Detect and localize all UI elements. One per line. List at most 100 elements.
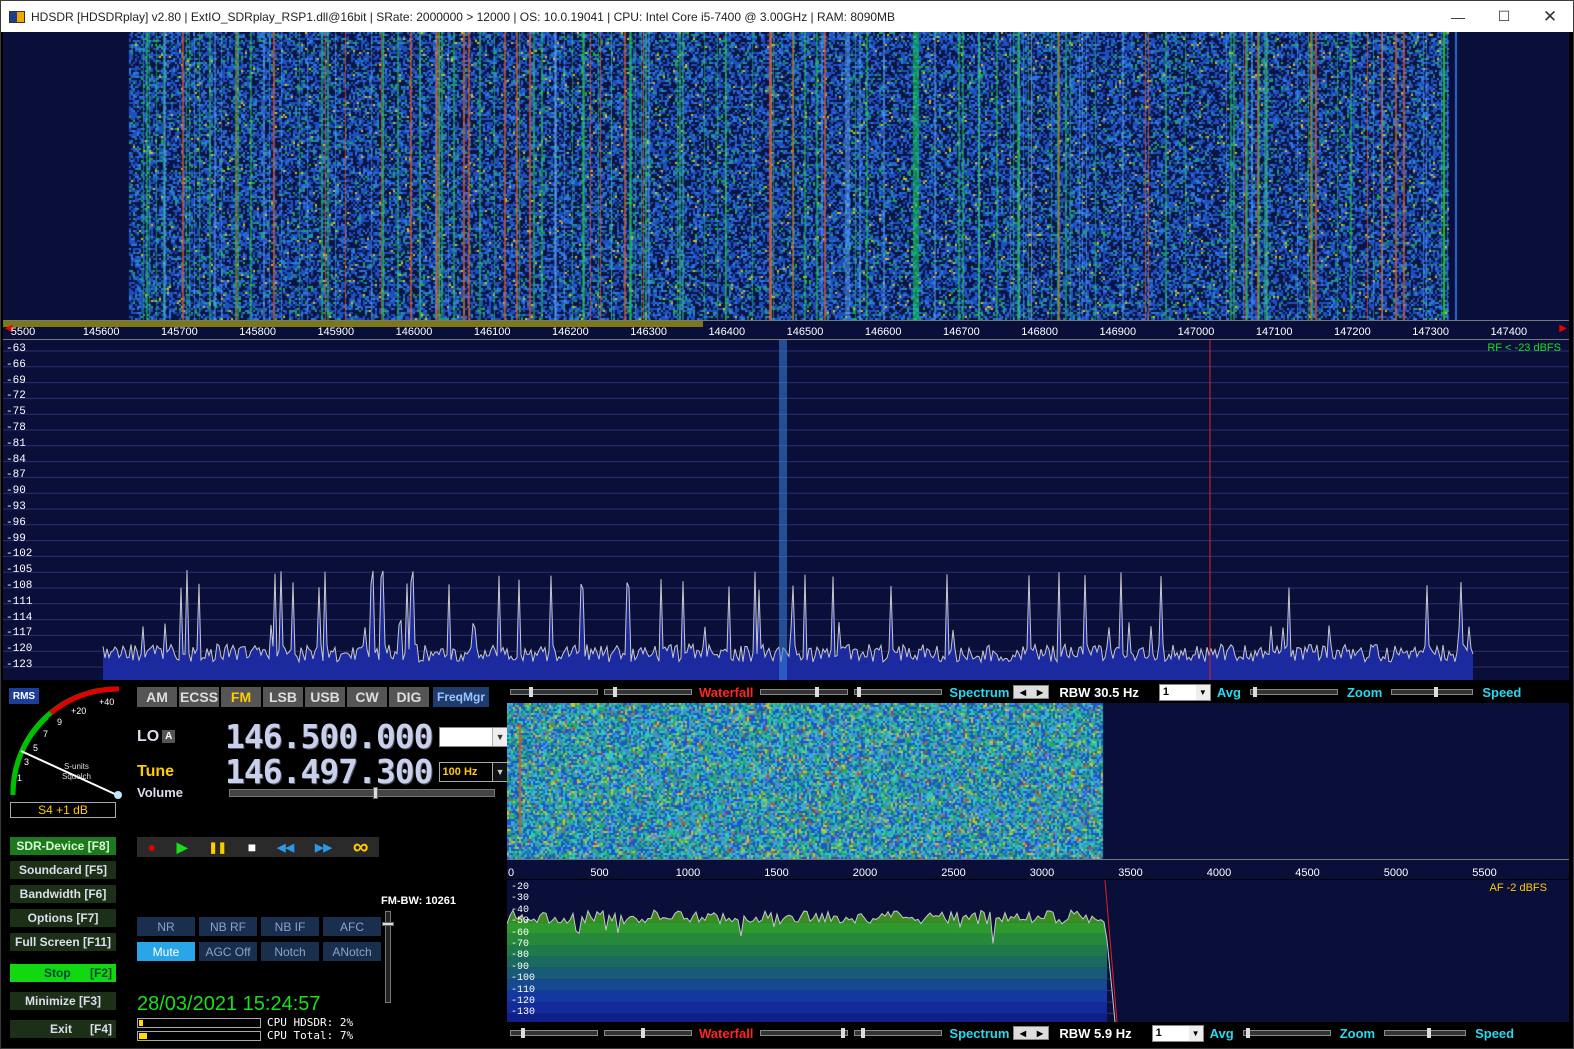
af-level-band bbox=[507, 933, 1107, 945]
af-level-label: AF -2 dBFS bbox=[1489, 882, 1547, 894]
record-icon[interactable]: ● bbox=[147, 839, 155, 855]
af-spectrum-slider-1[interactable] bbox=[760, 1028, 849, 1038]
rf-spectrum-slider-2[interactable] bbox=[854, 687, 943, 697]
loop-icon[interactable]: ∞ bbox=[353, 834, 369, 860]
soundcard-button[interactable]: Soundcard [F5] bbox=[10, 861, 116, 879]
lo-row: LO A 146.500.000 ▼ bbox=[137, 717, 509, 756]
agc-button[interactable]: AGC Off bbox=[199, 942, 257, 961]
rf-db-tick: -93 bbox=[6, 501, 26, 513]
mode-fm-button[interactable]: FM bbox=[221, 687, 261, 707]
mode-dig-button[interactable]: DIG bbox=[389, 687, 429, 707]
af-db-tick: -40 bbox=[511, 904, 530, 916]
af-waterfall[interactable] bbox=[507, 703, 1569, 859]
mute-button[interactable]: Mute bbox=[137, 942, 195, 961]
af-spectrum[interactable]: AF -2 dBFS -20 -30 -40 -50 -60 -70 -80 -90 -100-… bbox=[506, 879, 1569, 1025]
rf-avg-value: 1 bbox=[1162, 686, 1169, 698]
af-db-tick: -110 bbox=[511, 984, 536, 996]
rf-rbw-spinner[interactable]: ◀ ▶ bbox=[1013, 685, 1050, 699]
rf-scale-tick: 145900 bbox=[317, 326, 355, 338]
options-button[interactable]: Options [F7] bbox=[10, 909, 116, 927]
rewind-icon[interactable]: ◀◀ bbox=[277, 841, 294, 854]
mode-ecss-button[interactable]: ECSS bbox=[179, 687, 219, 707]
play-icon[interactable]: ▶ bbox=[177, 839, 188, 856]
close-window-button[interactable]: ✕ bbox=[1527, 1, 1573, 32]
volume-label: Volume bbox=[137, 785, 183, 800]
tune-frequency[interactable]: 146.497.300 bbox=[225, 752, 434, 791]
meter-label-20: +20 bbox=[71, 706, 86, 716]
af-rbw-spinner[interactable]: ◀ ▶ bbox=[1013, 1026, 1050, 1040]
anotch-button[interactable]: ANotch bbox=[323, 942, 381, 961]
nr-button[interactable]: NR bbox=[137, 917, 195, 936]
af-waterfall-slider-1[interactable] bbox=[510, 1028, 598, 1038]
rf-db-tick: -69 bbox=[6, 374, 26, 387]
rf-scale-tick: 5500 bbox=[10, 326, 36, 338]
full-screen-button[interactable]: Full Screen [F11] bbox=[10, 933, 116, 951]
af-scale-tick: 0 bbox=[507, 867, 515, 879]
rf-scale-tick: 147100 bbox=[1255, 326, 1293, 338]
volume-slider-thumb[interactable] bbox=[373, 787, 378, 799]
rf-scale-tick: 146000 bbox=[395, 326, 433, 338]
af-zoom-slider[interactable] bbox=[1242, 1028, 1331, 1038]
rx-passband[interactable] bbox=[779, 340, 787, 680]
lo-label-wrap: LO A bbox=[137, 728, 225, 746]
lo-combo[interactable]: ▼ bbox=[438, 726, 509, 747]
af-scale-tick: 4500 bbox=[1295, 867, 1320, 879]
notch-button[interactable]: Notch bbox=[261, 942, 319, 961]
af-waterfall-label: Waterfall bbox=[699, 1025, 754, 1041]
rf-db-tick: -81 bbox=[6, 437, 26, 450]
minimize-button[interactable]: Minimize [F3] bbox=[10, 992, 116, 1010]
af-avg-value: 1 bbox=[1155, 1027, 1162, 1039]
af-level-band bbox=[507, 1002, 1107, 1014]
cpu-hdsdr-label: CPU HDSDR: 2% bbox=[267, 1016, 354, 1029]
lo-a-badge[interactable]: A bbox=[162, 729, 176, 743]
af-waterfall-slider-2[interactable] bbox=[604, 1028, 692, 1038]
volume-slider[interactable] bbox=[229, 787, 495, 799]
pause-icon[interactable]: ❚❚ bbox=[208, 841, 226, 854]
arrow-right-icon: ▶ bbox=[1036, 687, 1043, 697]
mode-cw-button[interactable]: CW bbox=[347, 687, 387, 707]
afc-button[interactable]: AFC bbox=[323, 917, 381, 936]
bandwidth-button[interactable]: Bandwidth [F6] bbox=[10, 885, 116, 903]
tune-step-combo[interactable]: 100 Hz ▼ bbox=[438, 761, 509, 782]
meter-label-7: 7 bbox=[43, 729, 48, 739]
rf-avg-combo[interactable]: 1 ▼ bbox=[1158, 683, 1211, 701]
rms-button[interactable]: RMS bbox=[9, 688, 39, 704]
tune-step-value: 100 Hz bbox=[442, 765, 478, 778]
rf-waterfall-slider-2[interactable] bbox=[604, 687, 692, 697]
af-avg-combo[interactable]: 1 ▼ bbox=[1151, 1024, 1204, 1042]
rf-zoom-slider[interactable] bbox=[1249, 687, 1338, 697]
stop-icon[interactable]: ■ bbox=[248, 839, 256, 855]
mode-lsb-button[interactable]: LSB bbox=[263, 687, 303, 707]
squelch-slider-thumb[interactable] bbox=[382, 922, 394, 926]
exit-label: Exit bbox=[50, 1022, 73, 1036]
mode-usb-button[interactable]: USB bbox=[305, 687, 345, 707]
rf-frequency-scale[interactable]: ◀ ▶ 5500 145600 145700 145800 145900 146000 14… bbox=[3, 320, 1569, 340]
nb-rf-button[interactable]: NB RF bbox=[199, 917, 257, 936]
rf-spectrum-label: Spectrum bbox=[949, 684, 1010, 700]
rf-spectrum[interactable]: RF < -23 dBFS -63 -66 -69 -72 -75 -78 -81 -84 -8… bbox=[3, 340, 1569, 680]
af-frequency-scale[interactable]: 0 500 1000 1500 2000 2500 3000 3500 4000 4500 5000… bbox=[507, 859, 1569, 879]
af-speed-slider[interactable] bbox=[1384, 1028, 1467, 1038]
freqmgr-button[interactable]: FreqMgr bbox=[433, 687, 489, 707]
s-units-label: S-units bbox=[64, 762, 89, 771]
scroll-right-icon[interactable]: ▶ bbox=[1559, 323, 1567, 334]
af-spectrum-slider-2[interactable] bbox=[854, 1028, 943, 1038]
squelch-slider[interactable] bbox=[382, 911, 394, 1003]
rf-waterfall[interactable] bbox=[3, 32, 1569, 320]
minimize-window-button[interactable]: — bbox=[1435, 1, 1481, 32]
rf-spectrum-graph bbox=[3, 340, 1569, 680]
rf-spectrum-slider-1[interactable] bbox=[760, 687, 849, 697]
nb-if-button[interactable]: NB IF bbox=[261, 917, 319, 936]
rf-speed-slider[interactable] bbox=[1391, 687, 1474, 697]
chevron-down-icon: ▼ bbox=[491, 762, 508, 781]
rf-spectrum-area bbox=[103, 570, 1473, 680]
fast-forward-icon[interactable]: ▶▶ bbox=[315, 841, 332, 854]
lo-frequency[interactable]: 146.500.000 bbox=[225, 717, 434, 756]
chevron-down-icon: ▼ bbox=[491, 727, 508, 746]
maximize-window-button[interactable]: ☐ bbox=[1481, 1, 1527, 32]
sdr-device-button[interactable]: SDR-Device [F8] bbox=[10, 837, 116, 855]
rf-waterfall-slider-1[interactable] bbox=[510, 687, 598, 697]
mode-am-button[interactable]: AM bbox=[137, 687, 177, 707]
stop-button[interactable]: Stop [F2] bbox=[10, 964, 116, 982]
exit-button[interactable]: Exit [F4] bbox=[10, 1020, 116, 1038]
